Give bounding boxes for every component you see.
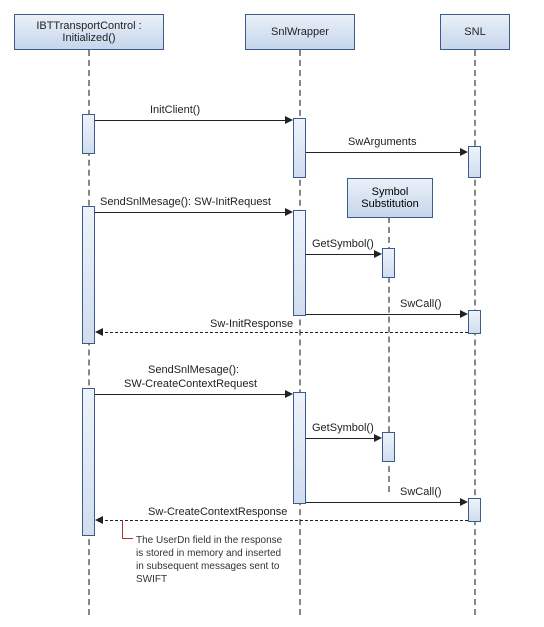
activation-snl-3 bbox=[468, 498, 481, 522]
msg-swcall1: SwCall() bbox=[400, 298, 442, 310]
msg-swarguments: SwArguments bbox=[348, 136, 416, 148]
activation-snl-2 bbox=[468, 310, 481, 334]
note-symbol-substitution: Symbol Substitution bbox=[347, 178, 433, 218]
msg-sendcreate-l2: SW-CreateContextRequest bbox=[124, 378, 257, 390]
msg-swcall2: SwCall() bbox=[400, 486, 442, 498]
arrowhead-swcall2 bbox=[460, 498, 468, 506]
arrow-initresponse bbox=[100, 332, 468, 333]
lifeline-head-snlwrapper: SnlWrapper bbox=[245, 14, 355, 50]
activation-sym-2 bbox=[382, 248, 395, 278]
arrowhead-getsymbol2 bbox=[374, 434, 382, 442]
activation-snl-1 bbox=[468, 146, 481, 178]
activation-snlw-1 bbox=[293, 118, 306, 178]
arrowhead-swarguments bbox=[460, 148, 468, 156]
activation-ibt-2 bbox=[82, 206, 95, 344]
arrowhead-initresponse bbox=[95, 328, 103, 336]
arrow-getsymbol1 bbox=[306, 254, 377, 255]
arrow-sendcreate bbox=[95, 394, 288, 395]
arrow-swarguments bbox=[306, 152, 463, 153]
msg-createresponse: Sw-CreateContextResponse bbox=[148, 506, 287, 518]
arrow-sendinit bbox=[95, 212, 288, 213]
lifeline-title: IBTTransportControl : Initialized() bbox=[19, 20, 159, 44]
activation-snlw-2 bbox=[293, 210, 306, 316]
activation-ibt-1 bbox=[82, 114, 95, 154]
arrow-createresponse bbox=[100, 520, 468, 521]
activation-snlw-3 bbox=[293, 392, 306, 504]
note-text: Symbol Substitution bbox=[354, 186, 426, 210]
arrow-initclient bbox=[95, 120, 288, 121]
msg-sendcreate-l1: SendSnlMesage(): bbox=[148, 364, 239, 376]
footnote-text: The UserDn field in the response is stor… bbox=[136, 534, 286, 586]
arrowhead-sendcreate bbox=[285, 390, 293, 398]
msg-sendinit: SendSnlMesage(): SW-InitRequest bbox=[100, 196, 271, 208]
lifeline-title: SNL bbox=[464, 26, 485, 38]
lifeline-head-ibt: IBTTransportControl : Initialized() bbox=[14, 14, 164, 50]
arrowhead-sendinit bbox=[285, 208, 293, 216]
arrowhead-createresponse bbox=[95, 516, 103, 524]
arrow-swcall2 bbox=[306, 502, 463, 503]
msg-getsymbol1: GetSymbol() bbox=[312, 238, 374, 250]
msg-initclient: InitClient() bbox=[150, 104, 200, 116]
arrow-swcall1 bbox=[306, 314, 463, 315]
arrowhead-swcall1 bbox=[460, 310, 468, 318]
arrowhead-initclient bbox=[285, 116, 293, 124]
msg-getsymbol2: GetSymbol() bbox=[312, 422, 374, 434]
msg-initresponse: Sw-InitResponse bbox=[210, 318, 293, 330]
lifeline-head-snl: SNL bbox=[440, 14, 510, 50]
arrowhead-getsymbol1 bbox=[374, 250, 382, 258]
lifeline-title: SnlWrapper bbox=[271, 26, 329, 38]
footnote-bracket bbox=[122, 520, 133, 539]
activation-sym-3 bbox=[382, 432, 395, 462]
activation-ibt-3 bbox=[82, 388, 95, 536]
arrow-getsymbol2 bbox=[306, 438, 377, 439]
